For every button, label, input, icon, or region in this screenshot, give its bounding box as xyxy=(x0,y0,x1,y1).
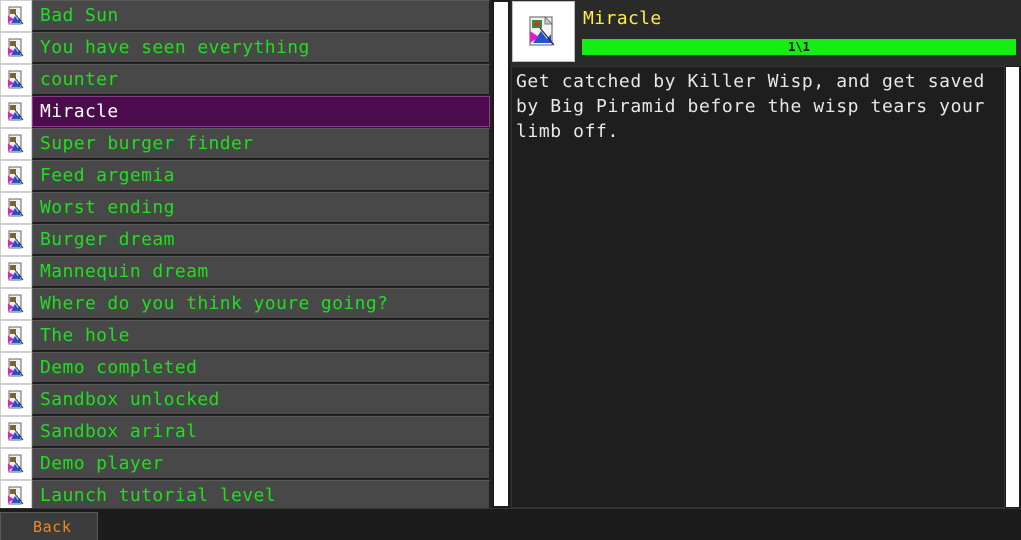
achievement-progress-bar: 1\1 xyxy=(582,39,1016,55)
broken-image-icon xyxy=(0,192,32,224)
achievement-description-box: Get catched by Killer Wisp, and get save… xyxy=(511,66,1005,508)
broken-image-icon xyxy=(0,352,32,384)
achievement-item-label: Worst ending xyxy=(40,197,175,218)
back-button[interactable]: Back xyxy=(0,512,98,540)
achievement-item-button[interactable]: Sandbox unlocked xyxy=(32,384,490,415)
achievement-item-label: Mannequin dream xyxy=(40,261,209,282)
achievement-item-label: Sandbox ariral xyxy=(40,421,198,442)
achievement-item-button[interactable]: Miracle xyxy=(32,96,490,127)
achievement-item[interactable]: Sandbox unlocked xyxy=(0,384,492,416)
achievement-item[interactable]: counter xyxy=(0,64,492,96)
achievement-item-button[interactable]: Demo completed xyxy=(32,352,490,383)
achievement-item[interactable]: Mannequin dream xyxy=(0,256,492,288)
achievement-title: Miracle xyxy=(583,8,662,29)
broken-image-icon xyxy=(0,224,32,256)
achievement-item[interactable]: The hole xyxy=(0,320,492,352)
achievement-item-button[interactable]: Feed argemia xyxy=(32,160,490,191)
achievement-item[interactable]: Demo completed xyxy=(0,352,492,384)
description-scrollbar-thumb[interactable] xyxy=(1006,67,1019,507)
achievement-list[interactable]: Bad Sun You have seen everything counter Mi… xyxy=(0,0,492,508)
broken-image-icon xyxy=(0,448,32,480)
achievement-item-label: Bad Sun xyxy=(40,5,119,26)
broken-image-icon xyxy=(0,288,32,320)
achievement-list-scrollbar-thumb[interactable] xyxy=(494,2,508,506)
broken-image-icon xyxy=(0,480,32,508)
broken-image-icon xyxy=(0,416,32,448)
achievement-item-button[interactable]: The hole xyxy=(32,320,490,351)
achievement-item-button[interactable]: Sandbox ariral xyxy=(32,416,490,447)
broken-image-icon xyxy=(0,256,32,288)
achievement-item[interactable]: Launch tutorial level xyxy=(0,480,492,508)
achievement-item-label: You have seen everything xyxy=(40,37,310,58)
broken-image-icon xyxy=(0,32,32,64)
achievement-list-scrollbar[interactable] xyxy=(492,0,510,508)
achievement-item-label: Burger dream xyxy=(40,229,175,250)
achievement-item[interactable]: Sandbox ariral xyxy=(0,416,492,448)
achievement-item[interactable]: Where do you think youre going? xyxy=(0,288,492,320)
achievement-item-label: Where do you think youre going? xyxy=(40,293,389,314)
achievement-item-button[interactable]: You have seen everything xyxy=(32,32,490,63)
achievement-item[interactable]: Miracle xyxy=(0,96,492,128)
achievement-item-button[interactable]: Worst ending xyxy=(32,192,490,223)
achievement-item-button[interactable]: Super burger finder xyxy=(32,128,490,159)
achievement-item[interactable]: Super burger finder xyxy=(0,128,492,160)
achievement-item[interactable]: Bad Sun xyxy=(0,0,492,32)
achievement-item-button[interactable]: Launch tutorial level xyxy=(32,480,490,508)
achievement-item-label: Sandbox unlocked xyxy=(40,389,220,410)
description-scrollbar[interactable] xyxy=(1005,66,1021,508)
achievement-description: Get catched by Killer Wisp, and get save… xyxy=(516,71,997,142)
achievement-detail-panel: Miracle 1\1 Get catched by Killer Wisp, … xyxy=(511,0,1021,508)
broken-image-icon xyxy=(0,64,32,96)
broken-image-icon xyxy=(0,384,32,416)
broken-image-icon xyxy=(0,0,32,32)
achievement-item-label: Miracle xyxy=(40,101,119,122)
achievement-item-label: The hole xyxy=(40,325,130,346)
broken-image-icon xyxy=(0,128,32,160)
bottom-bar: Back xyxy=(0,508,1021,540)
achievement-item-button[interactable]: counter xyxy=(32,64,490,95)
achievement-item-button[interactable]: Mannequin dream xyxy=(32,256,490,287)
achievement-item-button[interactable]: Demo player xyxy=(32,448,490,479)
achievement-item-label: Feed argemia xyxy=(40,165,175,186)
achievement-item-button[interactable]: Bad Sun xyxy=(32,0,490,31)
back-button-label: Back xyxy=(33,518,72,536)
achievement-item[interactable]: Worst ending xyxy=(0,192,492,224)
broken-image-icon xyxy=(0,160,32,192)
progress-text: 1\1 xyxy=(788,40,810,54)
achievement-item[interactable]: You have seen everything xyxy=(0,32,492,64)
achievement-item[interactable]: Burger dream xyxy=(0,224,492,256)
achievement-item-label: Demo completed xyxy=(40,357,198,378)
broken-image-icon xyxy=(0,96,32,128)
achievement-item[interactable]: Feed argemia xyxy=(0,160,492,192)
achievement-item[interactable]: Demo player xyxy=(0,448,492,480)
achievement-item-label: Super burger finder xyxy=(40,133,254,154)
achievement-item-label: Demo player xyxy=(40,453,164,474)
achievement-item-button[interactable]: Burger dream xyxy=(32,224,490,255)
broken-image-icon xyxy=(0,320,32,352)
broken-image-icon xyxy=(512,1,575,62)
achievement-item-label: Launch tutorial level xyxy=(40,485,276,506)
achievement-item-label: counter xyxy=(40,69,119,90)
achievement-item-button[interactable]: Where do you think youre going? xyxy=(32,288,490,319)
